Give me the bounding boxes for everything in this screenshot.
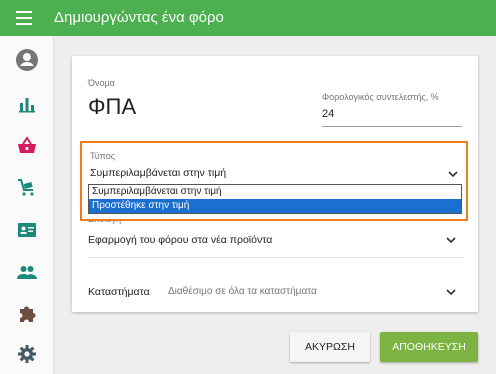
rate-label: Φορολογικός συντελεστής, % <box>322 92 439 102</box>
account-icon[interactable] <box>15 48 39 72</box>
rate-underline <box>322 126 462 127</box>
cart-icon[interactable] <box>15 176 39 200</box>
type-option[interactable]: Συμπεριλαμβάνεται στην τιμή <box>89 185 461 199</box>
type-value: Συμπεριλαμβάνεται στην τιμή <box>90 167 227 179</box>
puzzle-icon[interactable] <box>15 302 39 326</box>
gear-icon[interactable] <box>15 342 39 366</box>
stores-value[interactable]: Διαθέσιμο σε όλα τα καταστήματα <box>168 286 317 297</box>
type-dropdown-list: Συμπεριλαμβάνεται στην τιμή Προστέθηκε σ… <box>88 184 462 214</box>
type-option-selected[interactable]: Προστέθηκε στην τιμή <box>89 199 461 213</box>
cancel-button[interactable]: ΑΚΥΡΩΣΗ <box>290 332 370 362</box>
app-bar: Δημιουργώντας ένα φόρο <box>0 0 496 36</box>
name-label: Όνομα <box>88 78 115 88</box>
chevron-down-icon[interactable] <box>448 171 458 178</box>
divider <box>88 257 464 258</box>
save-button[interactable]: ΑΠΟΘΗΚΕΥΣΗ <box>380 332 478 362</box>
contact-card-icon[interactable] <box>15 218 39 242</box>
option-select[interactable]: Εφαρμογή του φόρου στα νέα προϊόντα <box>88 234 272 246</box>
chevron-down-icon[interactable] <box>446 289 456 296</box>
stores-label: Καταστήματα <box>88 286 150 298</box>
type-select[interactable]: Τύπος Συμπεριλαμβάνεται στην τιμή Συμπερ… <box>80 141 468 221</box>
rate-input[interactable]: 24 <box>322 108 334 120</box>
sidebar <box>0 36 54 374</box>
chevron-down-icon[interactable] <box>446 237 456 244</box>
menu-icon[interactable] <box>16 11 32 25</box>
basket-icon[interactable] <box>15 134 39 158</box>
type-label: Τύπος <box>90 151 116 161</box>
page-title: Δημιουργώντας ένα φόρο <box>54 9 224 26</box>
bar-chart-icon[interactable] <box>15 92 39 116</box>
people-icon[interactable] <box>15 260 39 284</box>
name-input[interactable]: ΦΠΑ <box>88 94 136 120</box>
